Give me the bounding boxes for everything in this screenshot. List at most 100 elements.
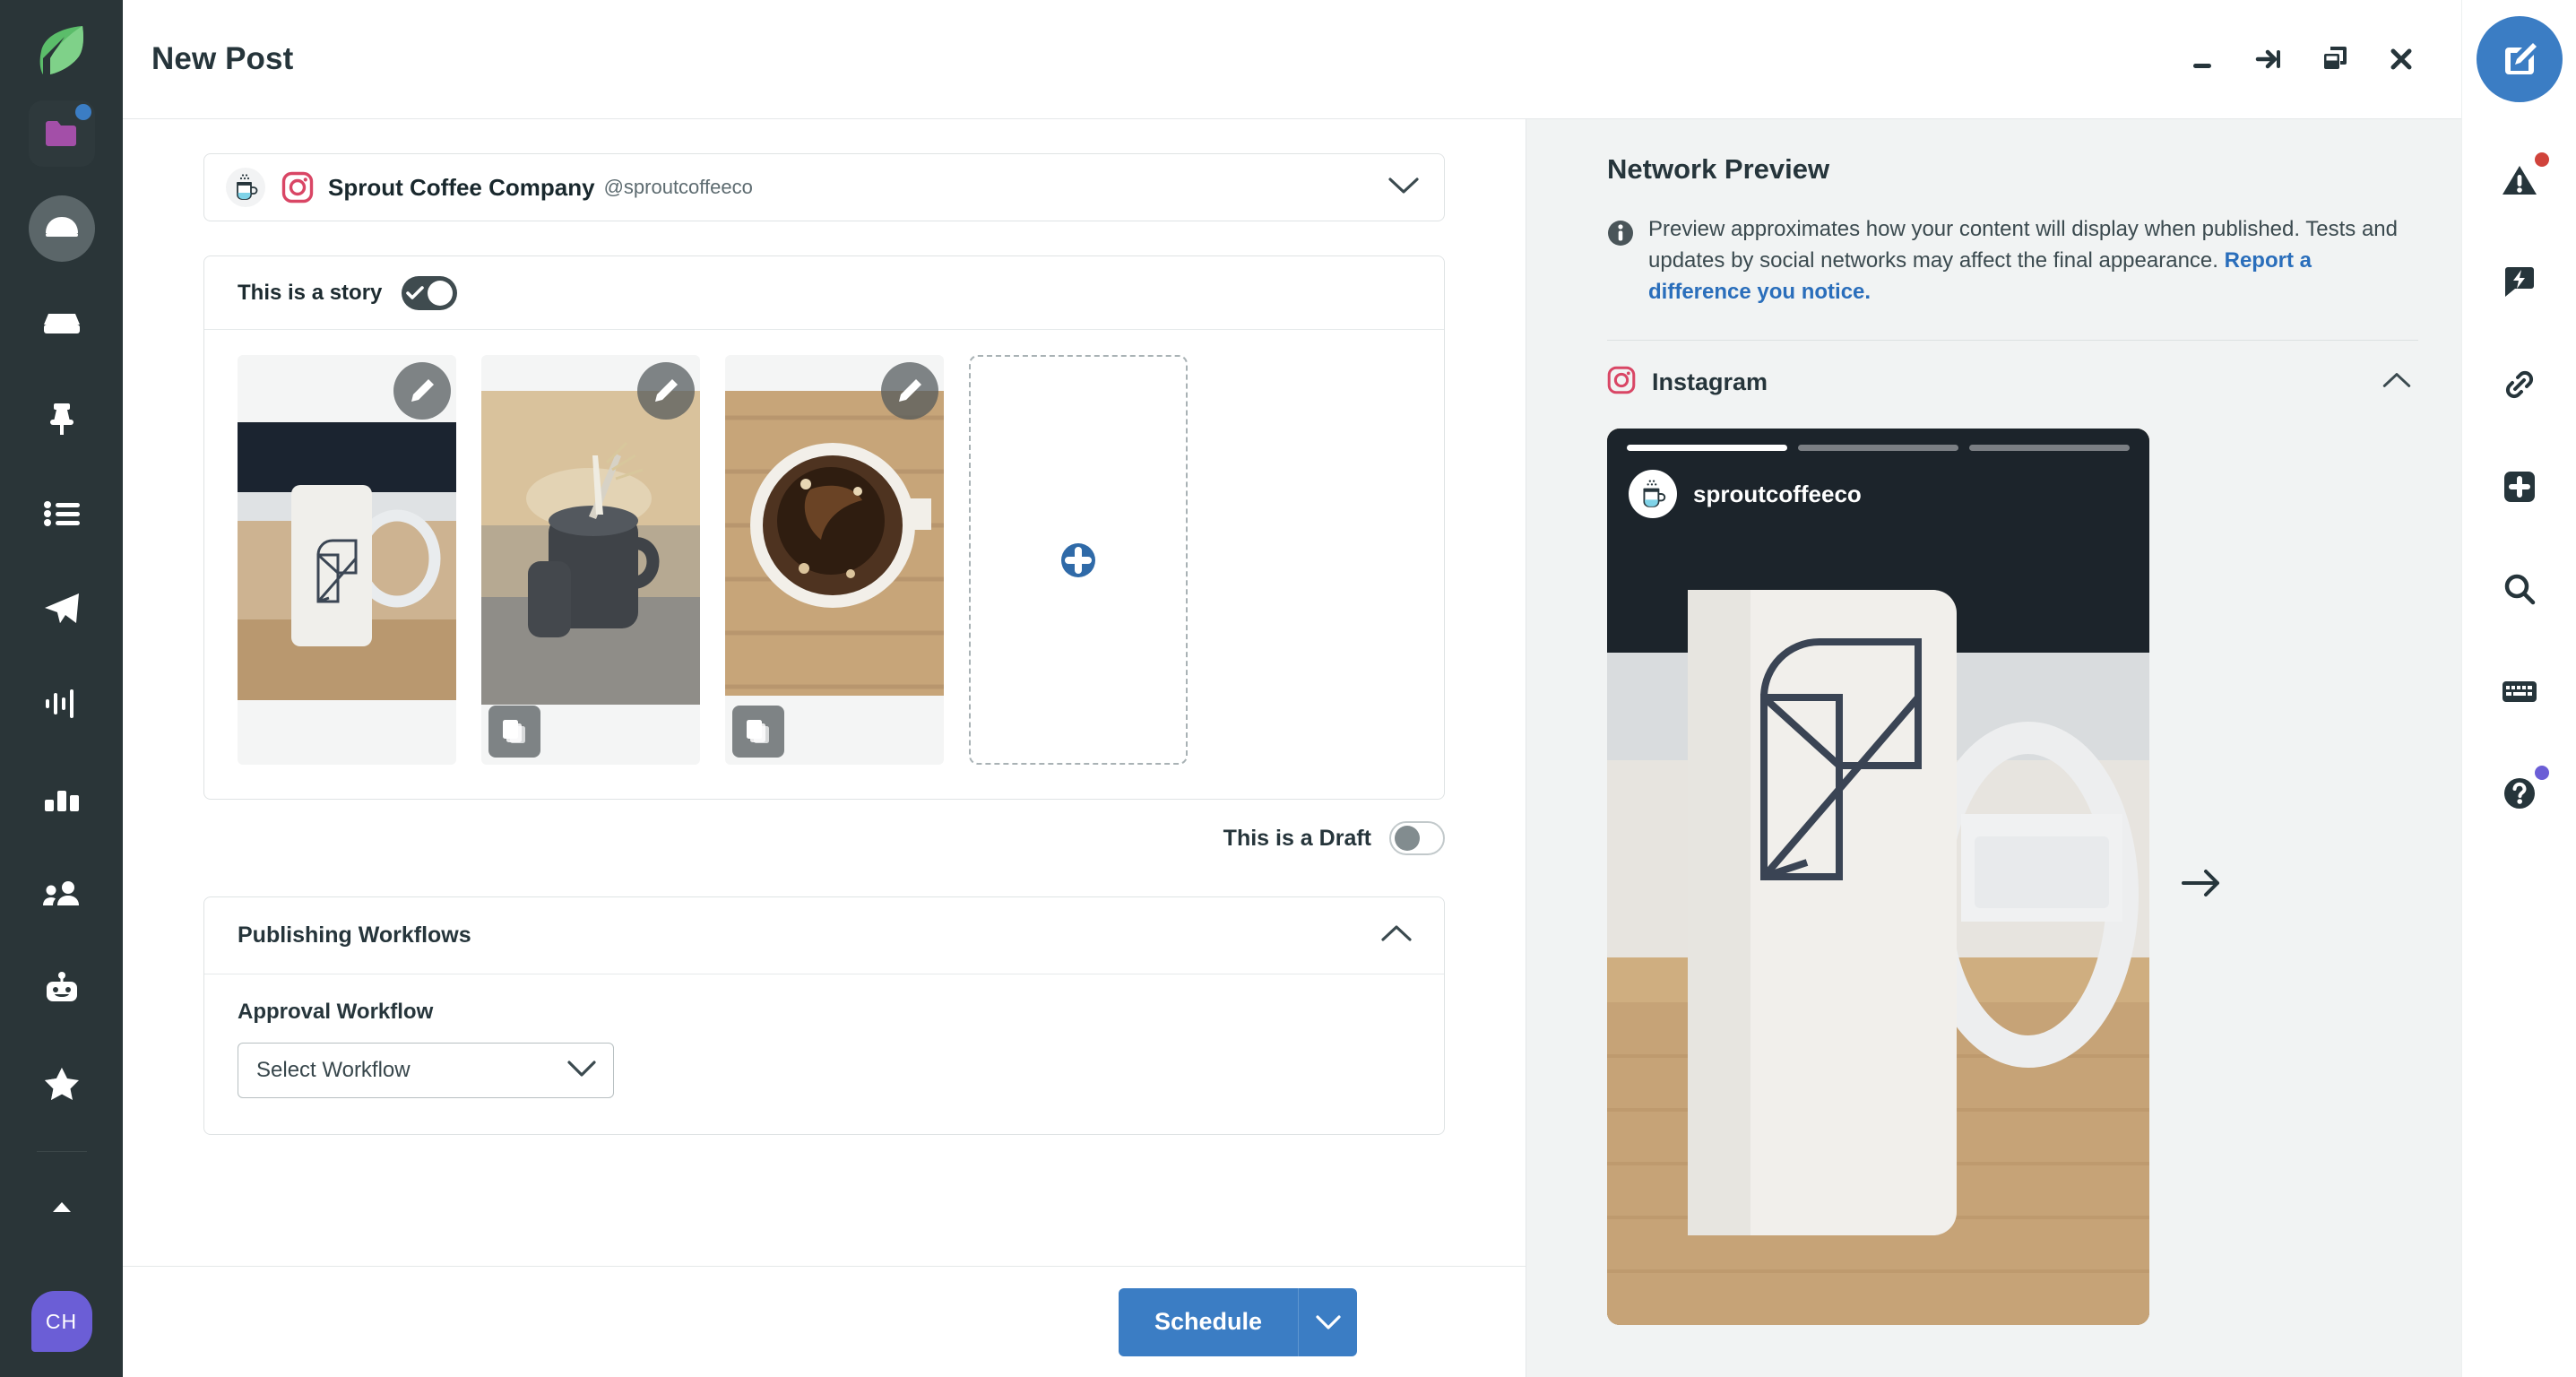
chevron-up-icon[interactable]: [2381, 370, 2418, 394]
composer-panel: Sprout Coffee Company @sproutcoffeeco Th…: [123, 119, 1526, 1377]
window-titlebar: New Post: [123, 0, 2461, 119]
sidebar-item-assets-folder[interactable]: [28, 100, 95, 167]
approval-workflow-value: Select Workflow: [256, 1058, 411, 1082]
media-thumb-3[interactable]: [725, 355, 944, 765]
instagram-section-name: Instagram: [1652, 368, 1768, 395]
arrow-right-icon[interactable]: [2182, 868, 2221, 903]
sidebar-item-listening[interactable]: [29, 671, 95, 737]
shortcuts-button[interactable]: [2483, 654, 2556, 728]
user-avatar-initials: CH: [45, 1309, 78, 1333]
app-root: CH New Post Sprout Coffee Company @sprou…: [0, 0, 2576, 1377]
sidebar-item-more[interactable]: [29, 1175, 95, 1242]
compose-pencil-icon: [2504, 43, 2537, 74]
schedule-button[interactable]: Schedule: [1118, 1287, 1298, 1356]
story-toggle-label: This is a story: [238, 280, 383, 305]
profile-name: Sprout Coffee Company: [328, 173, 595, 201]
sidebar-item-tasks[interactable]: [29, 481, 95, 547]
chevron-up-icon[interactable]: [1379, 922, 1413, 948]
assets-badge-dot: [74, 104, 91, 120]
media-thumbnail-list: [204, 330, 1444, 799]
media-thumb-2[interactable]: [481, 355, 700, 765]
right-utility-rail: [2461, 0, 2576, 1377]
left-navigation-rail: CH: [0, 0, 123, 1377]
story-progress-segment: [1627, 445, 1787, 452]
network-preview-note-text: Preview approximates how your content wi…: [1648, 214, 2418, 307]
quick-chat-button[interactable]: [2483, 246, 2556, 319]
chevron-down-icon[interactable]: [1387, 175, 1421, 201]
sidebar-item-dashboard[interactable]: [28, 195, 95, 262]
draft-toggle-knob: [1395, 826, 1420, 851]
lightning-chat-icon: [2504, 267, 2534, 297]
post-composer-window: New Post Sprout Coffee Company @sproutco…: [123, 0, 2461, 1377]
edit-media-button[interactable]: [637, 362, 695, 420]
alerts-badge-dot: [2534, 152, 2549, 167]
plus-circle-icon: [1061, 542, 1095, 577]
search-icon: [2504, 574, 2535, 605]
instagram-section-header[interactable]: Instagram: [1607, 341, 2418, 423]
sidebar-item-reports[interactable]: [29, 766, 95, 832]
story-toggle-knob: [428, 280, 454, 306]
sidebar-item-pinned[interactable]: [29, 385, 95, 452]
help-badge-dot: [2534, 766, 2549, 780]
draft-toggle[interactable]: [1389, 821, 1445, 855]
story-photo: [1607, 429, 2149, 1326]
network-preview-panel: Network Preview Preview approximates how…: [1526, 119, 2461, 1377]
carousel-badge-icon: [732, 706, 784, 758]
keyboard-icon: [2502, 681, 2537, 702]
alerts-button[interactable]: [2483, 143, 2556, 217]
chevron-down-icon[interactable]: [566, 1059, 597, 1083]
compose-button[interactable]: [2476, 16, 2563, 102]
story-progress-bars: [1627, 445, 2130, 452]
story-progress-segment: [1969, 445, 2130, 452]
schedule-button-group: Schedule: [1118, 1287, 1357, 1356]
draft-toggle-row: This is a Draft: [203, 800, 1445, 877]
media-thumb-1[interactable]: [238, 355, 456, 765]
approval-workflow-select[interactable]: Select Workflow: [238, 1043, 614, 1098]
page-title: New Post: [151, 41, 294, 76]
left-rail-items: [0, 100, 123, 1270]
edit-media-button[interactable]: [881, 362, 938, 420]
left-rail-footer: CH: [0, 1291, 123, 1352]
profile-handle: @sproutcoffeeco: [603, 176, 753, 198]
collapse-right-button[interactable]: [2243, 33, 2295, 85]
composer-scroll-area: Sprout Coffee Company @sproutcoffeeco Th…: [123, 119, 1526, 1135]
question-circle-icon: [2503, 778, 2535, 809]
coffee-cup-icon: [226, 168, 265, 207]
carousel-badge-icon: [488, 706, 540, 758]
publishing-workflows-header[interactable]: Publishing Workflows: [204, 897, 1444, 974]
sidebar-item-audience[interactable]: [29, 861, 95, 927]
sidebar-item-publishing[interactable]: [29, 576, 95, 642]
search-button[interactable]: [2483, 552, 2556, 626]
instagram-icon: [281, 171, 314, 204]
info-circle-icon: [1607, 220, 1634, 307]
user-avatar[interactable]: CH: [30, 1291, 92, 1352]
sprout-social-logo[interactable]: [31, 20, 92, 81]
media-card: This is a story: [203, 255, 1445, 800]
publishing-workflows-card: Publishing Workflows Approval Workflow S…: [203, 896, 1445, 1135]
help-button[interactable]: [2483, 757, 2556, 830]
publishing-workflows-body: Approval Workflow Select Workflow: [204, 974, 1444, 1134]
story-user-row: sproutcoffeeco: [1629, 470, 1862, 519]
link-chain-icon: [2505, 370, 2533, 399]
sidebar-item-bots[interactable]: [29, 956, 95, 1022]
story-username: sproutcoffeeco: [1693, 480, 1862, 507]
approval-workflow-label: Approval Workflow: [238, 1000, 434, 1024]
sidebar-item-inbox[interactable]: [29, 290, 95, 357]
composer-body: Sprout Coffee Company @sproutcoffeeco Th…: [123, 119, 2461, 1377]
minimize-button[interactable]: [2176, 33, 2228, 85]
links-button[interactable]: [2483, 348, 2556, 421]
story-toggle[interactable]: [402, 275, 458, 310]
restore-button[interactable]: [2309, 33, 2361, 85]
profile-selector[interactable]: Sprout Coffee Company @sproutcoffeeco: [203, 153, 1445, 221]
add-media-slot[interactable]: [969, 355, 1188, 765]
plus-square-icon: [2503, 472, 2535, 502]
close-button[interactable]: [2375, 33, 2427, 85]
edit-media-button[interactable]: [393, 362, 451, 420]
schedule-options-button[interactable]: [1298, 1287, 1357, 1356]
composer-action-bar: Schedule: [123, 1266, 1526, 1377]
rail-divider: [36, 1151, 87, 1152]
add-button[interactable]: [2483, 450, 2556, 524]
publishing-workflows-title: Publishing Workflows: [238, 922, 471, 948]
sidebar-item-reviews[interactable]: [29, 1051, 95, 1117]
story-frame[interactable]: sproutcoffeeco: [1607, 429, 2149, 1326]
